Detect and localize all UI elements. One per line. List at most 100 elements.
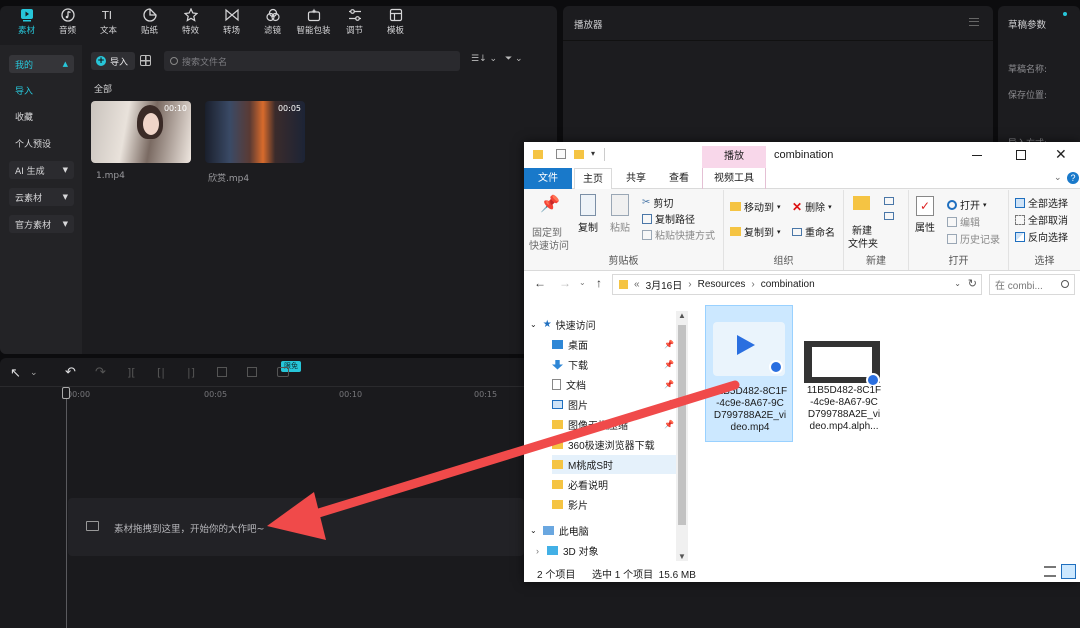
- copy-path-button[interactable]: 复制路径: [642, 211, 695, 226]
- tool-media[interactable]: 素材: [6, 8, 47, 40]
- easy-access-icon[interactable]: [884, 212, 894, 220]
- split-left-icon[interactable]: [|: [157, 366, 165, 379]
- playhead-handle[interactable]: [62, 387, 70, 399]
- properties-button[interactable]: ✓ 属性: [915, 196, 935, 234]
- tool-audio[interactable]: 音频: [47, 8, 88, 40]
- split-right-icon[interactable]: |]: [187, 366, 195, 379]
- contextual-tab[interactable]: 播放: [702, 146, 766, 168]
- breadcrumb-part[interactable]: 3月16日: [646, 277, 683, 292]
- playhead[interactable]: [66, 387, 67, 628]
- back-icon[interactable]: ←: [534, 276, 546, 290]
- close-icon[interactable]: ✕: [1055, 146, 1067, 163]
- maximize-icon[interactable]: [1016, 150, 1026, 160]
- split-icon[interactable]: ][: [127, 366, 136, 379]
- player-divider: [563, 40, 993, 41]
- tool-effects[interactable]: 特效: [170, 8, 211, 40]
- sidebar-item-favorites[interactable]: 收藏: [9, 107, 74, 125]
- sort-button[interactable]: ☰↓ ⌄: [471, 54, 497, 64]
- tool-sticker[interactable]: 贴纸: [129, 8, 170, 40]
- filter-button[interactable]: ⏷ ⌄: [505, 54, 523, 64]
- chevron-down-icon[interactable]: ⌄: [30, 368, 38, 378]
- minimize-icon[interactable]: [972, 155, 982, 156]
- tool-filter[interactable]: 滤镜: [252, 8, 293, 40]
- grid-view-icon[interactable]: [140, 55, 151, 66]
- breadcrumb-part[interactable]: combination: [761, 279, 815, 290]
- crop-icon[interactable]: [247, 367, 257, 377]
- paste-button[interactable]: 粘贴: [610, 194, 630, 234]
- sidebar-item-import[interactable]: 导入: [9, 81, 74, 99]
- search-input[interactable]: 搜索文件名: [164, 51, 460, 71]
- clip-thumbnail[interactable]: 00:05: [205, 101, 305, 163]
- select-all-button[interactable]: 全部选择: [1015, 195, 1068, 210]
- address-input[interactable]: « 3月16日 › Resources › combination ⌄ ↻: [612, 274, 982, 295]
- up-icon[interactable]: ↑: [596, 276, 602, 290]
- tree-this-pc[interactable]: ⌄ 此电脑: [530, 521, 682, 540]
- file-item-selected[interactable]: 11B5D482-8C1F -4c9e-8A67-9C D799788A2E_v…: [705, 305, 793, 442]
- pin-quick-access-button[interactable]: 📌: [531, 194, 569, 214]
- address-dropdown-icon[interactable]: ⌄: [954, 279, 961, 288]
- tree-quick-access[interactable]: ⌄ ★ 快速访问: [530, 315, 682, 334]
- sidebar-item-cloud[interactable]: 云素材 ▼: [9, 188, 74, 206]
- tree-item-3d-objects[interactable]: › 3D 对象: [536, 541, 688, 560]
- drop-zone[interactable]: 素材拖拽到这里，开始你的大作吧~: [68, 498, 524, 556]
- refresh-icon[interactable]: ↻: [968, 277, 977, 290]
- details-view-icon[interactable]: [1044, 566, 1056, 577]
- select-tool-icon[interactable]: ↖: [10, 366, 21, 381]
- invert-selection-button[interactable]: 反向选择: [1015, 229, 1068, 244]
- sidebar-item-ai[interactable]: AI 生成 ▼: [9, 161, 74, 179]
- delete-button[interactable]: ✕ 删除 ▾: [792, 199, 832, 215]
- tab-view[interactable]: 查看: [661, 168, 697, 189]
- tab-home[interactable]: 主页: [574, 168, 612, 190]
- tool-transition[interactable]: 转场: [211, 8, 252, 40]
- import-button[interactable]: + 导入: [91, 52, 135, 70]
- move-to-button[interactable]: 移动到 ▾: [730, 199, 781, 214]
- tool-adjust[interactable]: 调节: [334, 8, 375, 40]
- menu-icon[interactable]: [969, 18, 979, 26]
- file-name-line: -4c9e-8A67-9C: [810, 397, 878, 408]
- search-box[interactable]: 在 combi...: [989, 274, 1075, 295]
- pin-icon: 📌: [664, 340, 674, 349]
- tool-text[interactable]: TI 文本: [88, 8, 129, 40]
- edit-button[interactable]: 编辑: [947, 214, 980, 229]
- tool-smart-pack[interactable]: 智能包装: [293, 8, 334, 40]
- open-button[interactable]: 打开 ▾: [947, 197, 987, 212]
- qa-dropdown-icon[interactable]: ▾: [591, 149, 595, 158]
- new-folder-label-2[interactable]: 文件夹: [848, 235, 878, 250]
- sidebar-item-official[interactable]: 官方素材 ▼: [9, 215, 74, 233]
- new-folder-qa-icon[interactable]: [574, 150, 584, 159]
- tool-template[interactable]: 模板: [375, 8, 416, 40]
- tree-item-folder-selected[interactable]: M桃成S时: [552, 455, 676, 474]
- rename-button[interactable]: 重命名: [792, 224, 835, 239]
- scroll-thumb[interactable]: [678, 325, 686, 525]
- paste-shortcut-button[interactable]: 粘贴快捷方式: [642, 227, 715, 242]
- copy-to-button[interactable]: 复制到 ▾: [730, 224, 781, 239]
- clip-thumbnail[interactable]: 00:10: [91, 101, 191, 163]
- delete-icon[interactable]: [217, 367, 227, 377]
- scroll-down-icon[interactable]: ▼: [678, 552, 686, 561]
- help-icon[interactable]: ?: [1067, 172, 1079, 184]
- tab-video-tools[interactable]: 视频工具: [702, 168, 766, 189]
- properties-qa-icon[interactable]: [556, 149, 566, 159]
- sidebar-item-presets[interactable]: 个人预设: [9, 134, 74, 152]
- select-none-button[interactable]: 全部取消: [1015, 212, 1068, 227]
- tree-scrollbar[interactable]: ▲ ▼: [676, 311, 688, 561]
- tab-file[interactable]: 文件: [524, 168, 572, 189]
- undo-icon[interactable]: ↶: [65, 365, 76, 380]
- cut-button[interactable]: ✂ 剪切: [642, 195, 673, 210]
- file-item[interactable]: 11B5D482-8C1F -4c9e-8A67-9C D799788A2E_v…: [800, 305, 888, 442]
- tab-share[interactable]: 共享: [618, 168, 654, 189]
- large-icons-view-icon[interactable]: [1061, 564, 1076, 579]
- sidebar-item-mine[interactable]: 我的 ▲: [9, 55, 74, 73]
- new-item-icon[interactable]: [884, 197, 894, 205]
- breadcrumb-overflow[interactable]: «: [634, 279, 640, 290]
- recent-dropdown-icon[interactable]: ⌄: [579, 278, 586, 287]
- chevron-down-icon[interactable]: ⌄: [1054, 172, 1062, 183]
- redo-icon[interactable]: ↷: [95, 365, 106, 380]
- forward-icon[interactable]: →: [559, 276, 571, 290]
- history-button[interactable]: 历史记录: [947, 231, 1000, 246]
- scroll-up-icon[interactable]: ▲: [678, 311, 686, 320]
- smart-pack-icon: [307, 8, 320, 22]
- ai-tool-icon[interactable]: [277, 367, 289, 377]
- copy-button[interactable]: 复制: [578, 194, 598, 234]
- breadcrumb-part[interactable]: Resources: [698, 279, 746, 290]
